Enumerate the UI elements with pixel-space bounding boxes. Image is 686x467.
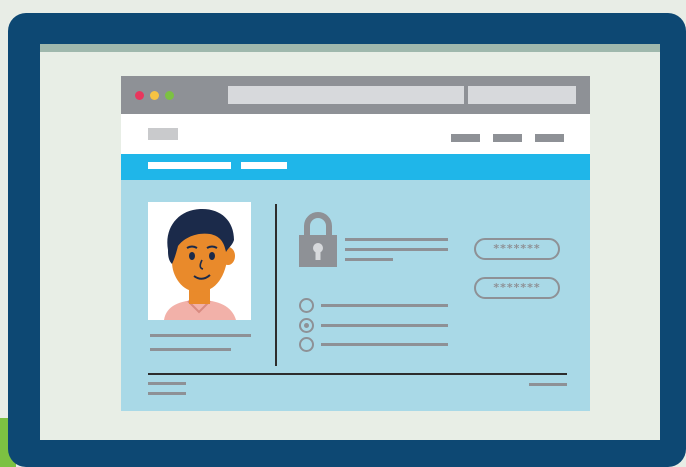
maximize-window-dot[interactable]	[165, 91, 174, 100]
nav-item-3[interactable]	[535, 134, 564, 142]
password-field-1[interactable]: *******	[474, 238, 560, 260]
tab-1[interactable]	[148, 162, 231, 169]
radio-option-1[interactable]	[299, 298, 314, 313]
radio-selected-dot	[304, 323, 309, 328]
lock-icon	[299, 212, 337, 267]
tab-bar	[121, 154, 590, 180]
footer-line-1	[148, 382, 186, 385]
browser-window: ******* *******	[121, 76, 590, 411]
person-avatar-icon	[164, 208, 236, 320]
close-window-dot[interactable]	[135, 91, 144, 100]
password-field-2[interactable]: *******	[474, 277, 560, 299]
footer-line-right	[529, 383, 567, 386]
profile-photo	[148, 202, 251, 320]
site-navbar	[121, 114, 590, 154]
security-text-line-3	[345, 258, 393, 261]
radio-option-1-label	[321, 304, 448, 307]
minimize-window-dot[interactable]	[150, 91, 159, 100]
radio-option-3[interactable]	[299, 337, 314, 352]
radio-option-3-label	[321, 343, 448, 346]
profile-detail-line	[150, 348, 231, 351]
radio-option-2[interactable]	[299, 318, 314, 333]
search-bar[interactable]	[468, 86, 576, 104]
footer-divider	[148, 373, 567, 375]
vertical-divider	[275, 204, 277, 366]
browser-titlebar	[121, 76, 590, 114]
profile-name-line	[150, 334, 251, 337]
screen-top-band	[40, 44, 660, 52]
address-bar[interactable]	[228, 86, 464, 104]
security-text-line-2	[345, 248, 448, 251]
nav-item-1[interactable]	[451, 134, 480, 142]
footer-line-2	[148, 392, 186, 395]
radio-option-2-label	[321, 324, 448, 327]
site-logo[interactable]	[148, 128, 178, 140]
nav-item-2[interactable]	[493, 134, 522, 142]
security-text-line-1	[345, 238, 448, 241]
tab-2[interactable]	[241, 162, 287, 169]
